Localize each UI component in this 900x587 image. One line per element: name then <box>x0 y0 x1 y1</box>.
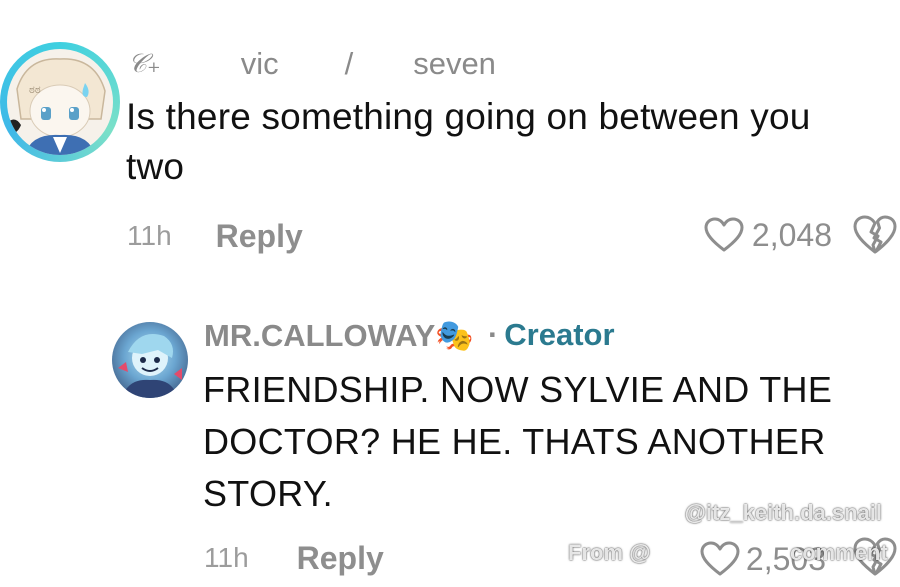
commenter-username[interactable]: 𝒞₊ vic / seven <box>128 44 496 84</box>
comment-dislike-button[interactable] <box>852 214 898 258</box>
comment-reply-button[interactable]: Reply <box>216 218 303 255</box>
heart-icon <box>704 217 744 252</box>
heart-icon <box>700 541 740 576</box>
creator-avatar-image <box>118 334 182 398</box>
reply-body: FRIENDSHIP. NOW SYLVIE AND THE DOCTOR? H… <box>203 369 833 514</box>
comment-body: Is there something going on between you … <box>126 96 811 187</box>
watermark-from: From @ <box>568 540 651 565</box>
username-glyph: 𝒞₊ <box>128 48 161 79</box>
header-separator: · <box>487 317 499 352</box>
reply-meta: 11h Reply <box>204 536 384 580</box>
comment-meta: 11h Reply <box>127 214 303 258</box>
reply-header: MR.CALLOWAY🎭 · Creator <box>204 314 615 356</box>
broken-heart-icon <box>853 215 897 254</box>
username-separator: / <box>344 46 354 81</box>
username-part-2: seven <box>413 46 496 81</box>
watermark-handle: @itz_keith.da.snail <box>684 500 882 525</box>
creator-badge: Creator <box>504 317 615 352</box>
comment-timestamp: 11h <box>127 220 172 251</box>
reply-reply-button[interactable]: Reply <box>297 540 384 577</box>
commenter-avatar[interactable]: ಠಠ <box>0 42 120 162</box>
creator-avatar[interactable] <box>112 322 188 398</box>
commenter-avatar-image: ಠಠ <box>7 49 113 155</box>
watermark-comment: comment <box>790 540 888 565</box>
creator-username[interactable]: MR.CALLOWAY🎭 <box>204 317 474 354</box>
comment-like-count: 2,048 <box>751 216 832 253</box>
reply-timestamp: 11h <box>204 542 249 573</box>
svg-text:ಠಠ: ಠಠ <box>29 83 41 96</box>
username-part-1: vic <box>240 46 279 81</box>
comment-like-button[interactable]: 2,048 <box>704 212 832 258</box>
